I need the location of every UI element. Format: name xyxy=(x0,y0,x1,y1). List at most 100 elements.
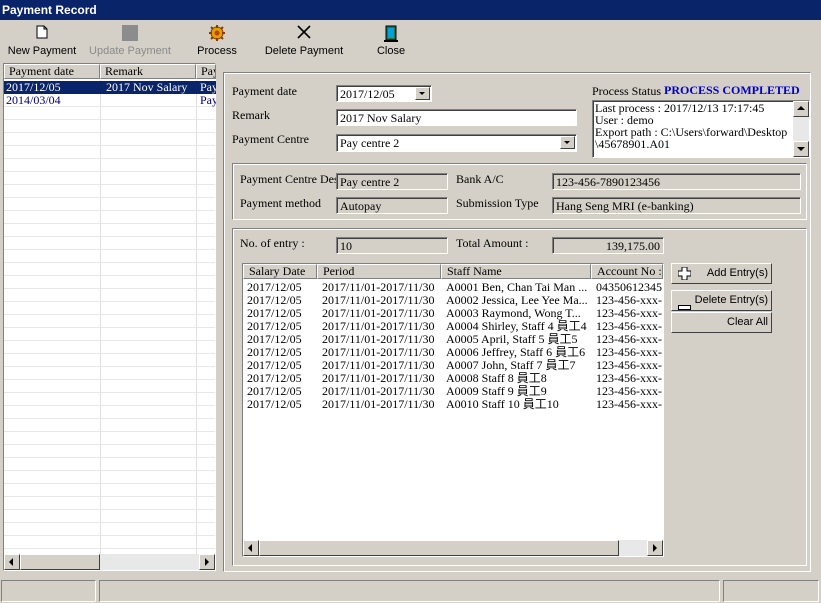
entry-salary-date: 2017/12/05 xyxy=(247,398,302,411)
grid-line xyxy=(4,275,215,276)
entry-account-no: 123-456-xxx- xyxy=(596,294,662,307)
grid-line xyxy=(4,548,215,549)
date-dropdown-button[interactable] xyxy=(415,87,430,100)
grid-line xyxy=(4,327,215,328)
status-panel xyxy=(723,580,819,602)
payment-date-value: 2017/12/05 xyxy=(340,87,395,101)
grid-line xyxy=(4,262,215,263)
entry-period: 2017/11/01-2017/11/30 xyxy=(322,372,435,385)
grid-line xyxy=(4,457,215,458)
remark-label: Remark xyxy=(232,108,270,122)
entry-salary-date: 2017/12/05 xyxy=(247,359,302,372)
centre-dropdown-button[interactable] xyxy=(560,136,575,149)
payment-date-label: Payment date xyxy=(232,84,297,98)
update-payment-button[interactable]: Update Payment xyxy=(86,22,174,60)
entry-salary-date: 2017/12/05 xyxy=(247,346,302,359)
scroll-up-button[interactable] xyxy=(793,101,809,117)
scroll-thumb[interactable] xyxy=(259,540,619,556)
col-header-salary-date[interactable]: Salary Date xyxy=(243,264,317,279)
new-payment-button[interactable]: New Payment xyxy=(4,22,80,60)
grid-line xyxy=(4,366,215,367)
list-item-date: 2017/12/05 xyxy=(6,81,61,94)
grid-line xyxy=(4,470,215,471)
grid-line xyxy=(4,184,215,185)
grid-line xyxy=(4,483,215,484)
new-document-icon xyxy=(36,25,48,45)
col-header-period[interactable]: Period xyxy=(317,264,441,279)
bank-ac-label: Bank A/C xyxy=(456,172,504,186)
total-amount-field: 139,175.00 xyxy=(552,237,664,254)
process-log-box[interactable]: Last process : 2017/12/13 17:17:45 User … xyxy=(592,100,810,158)
entry-salary-date: 2017/12/05 xyxy=(247,333,302,346)
list-item[interactable]: 2017/12/05 2017 Nov Salary Pay xyxy=(4,81,216,94)
payment-centre-value: Pay centre 2 xyxy=(340,136,400,150)
grid-line xyxy=(4,314,215,315)
close-button[interactable]: Close xyxy=(373,22,409,60)
grid-line xyxy=(4,210,215,211)
list-item-remark: 2017 Nov Salary xyxy=(106,81,188,94)
delete-entry-label: Delete Entry(s) xyxy=(694,294,768,306)
process-label: Process xyxy=(197,45,237,57)
list-horizontal-scrollbar[interactable] xyxy=(4,554,215,570)
entry-account-no: 123-456-xxx- xyxy=(596,359,662,372)
col-header-staff-name[interactable]: Staff Name xyxy=(441,264,591,279)
grid-line xyxy=(4,444,215,445)
chevron-down-icon xyxy=(564,141,570,144)
payment-list[interactable]: Payment date Remark Pay 2017/12/05 2017 … xyxy=(3,63,216,571)
grid-line xyxy=(4,301,215,302)
process-button[interactable]: Process xyxy=(194,22,240,60)
grid-line xyxy=(4,249,215,250)
scroll-right-button[interactable] xyxy=(647,540,663,556)
grid-line xyxy=(4,158,215,159)
grid-line xyxy=(4,340,215,341)
grid-horizontal-scrollbar[interactable] xyxy=(243,540,663,556)
entry-staff-name: A0002 Jessica, Lee Yee Ma... xyxy=(446,294,588,307)
entries-count-label: No. of entry : xyxy=(240,236,305,250)
entries-grid[interactable]: Salary Date Period Staff Name Account No… xyxy=(242,263,664,557)
centre-desc-label: Payment Centre Desc xyxy=(240,172,336,186)
entry-period: 2017/11/01-2017/11/30 xyxy=(322,346,435,359)
col-header-account-no[interactable]: Account No : xyxy=(591,264,663,279)
scroll-left-button[interactable] xyxy=(4,554,20,570)
remark-field[interactable]: 2017 Nov Salary xyxy=(336,109,577,126)
entry-account-no: 123-456-xxx- xyxy=(596,398,662,411)
payment-date-picker[interactable]: 2017/12/05 xyxy=(336,85,432,102)
payment-centre-select[interactable]: Pay centre 2 xyxy=(336,134,577,152)
scroll-down-button[interactable] xyxy=(793,141,809,157)
grid-line xyxy=(4,145,215,146)
grid-line xyxy=(4,535,215,536)
delete-entry-button[interactable]: Delete Entry(s) xyxy=(671,290,772,311)
close-label: Close xyxy=(376,45,406,57)
entry-account-no: 123-456-xxx- xyxy=(596,307,662,320)
entry-account-no: 123-456-xxx- xyxy=(596,346,662,359)
scroll-right-button[interactable] xyxy=(199,554,215,570)
entry-period: 2017/11/01-2017/11/30 xyxy=(322,320,435,333)
submission-type-label: Submission Type xyxy=(456,196,539,210)
grid-line xyxy=(4,522,215,523)
grid-line xyxy=(4,119,215,120)
clear-all-button[interactable]: Clear All xyxy=(671,312,772,333)
col-header-payment-date[interactable]: Payment date xyxy=(4,64,100,79)
col-header-remark[interactable]: Remark xyxy=(100,64,196,79)
list-item-pay: Pay xyxy=(200,81,216,94)
entry-salary-date: 2017/12/05 xyxy=(247,385,302,398)
list-item[interactable]: 2014/03/04 Pay xyxy=(4,94,216,107)
entry-salary-date: 2017/12/05 xyxy=(247,307,302,320)
add-entry-button[interactable]: Add Entry(s) xyxy=(671,263,772,284)
entry-period: 2017/11/01-2017/11/30 xyxy=(322,333,435,346)
log-vertical-scrollbar[interactable] xyxy=(793,101,809,157)
clear-all-label: Clear All xyxy=(727,316,768,328)
payment-method-field: Autopay xyxy=(336,197,448,214)
entries-count-field: 10 xyxy=(336,237,448,254)
bank-ac-field: 123-456-7890123456 xyxy=(552,173,801,190)
delete-payment-button[interactable]: Delete Payment xyxy=(263,22,345,60)
gear-icon xyxy=(208,25,226,45)
entry-staff-name: A0009 Staff 9 員工9 xyxy=(446,385,547,398)
grid-line xyxy=(4,392,215,393)
door-exit-icon xyxy=(384,25,398,45)
col-header-pay[interactable]: Pay xyxy=(196,64,216,79)
entry-salary-date: 2017/12/05 xyxy=(247,294,302,307)
entry-period: 2017/11/01-2017/11/30 xyxy=(322,281,435,294)
scroll-left-button[interactable] xyxy=(243,540,259,556)
scroll-thumb[interactable] xyxy=(20,554,100,570)
